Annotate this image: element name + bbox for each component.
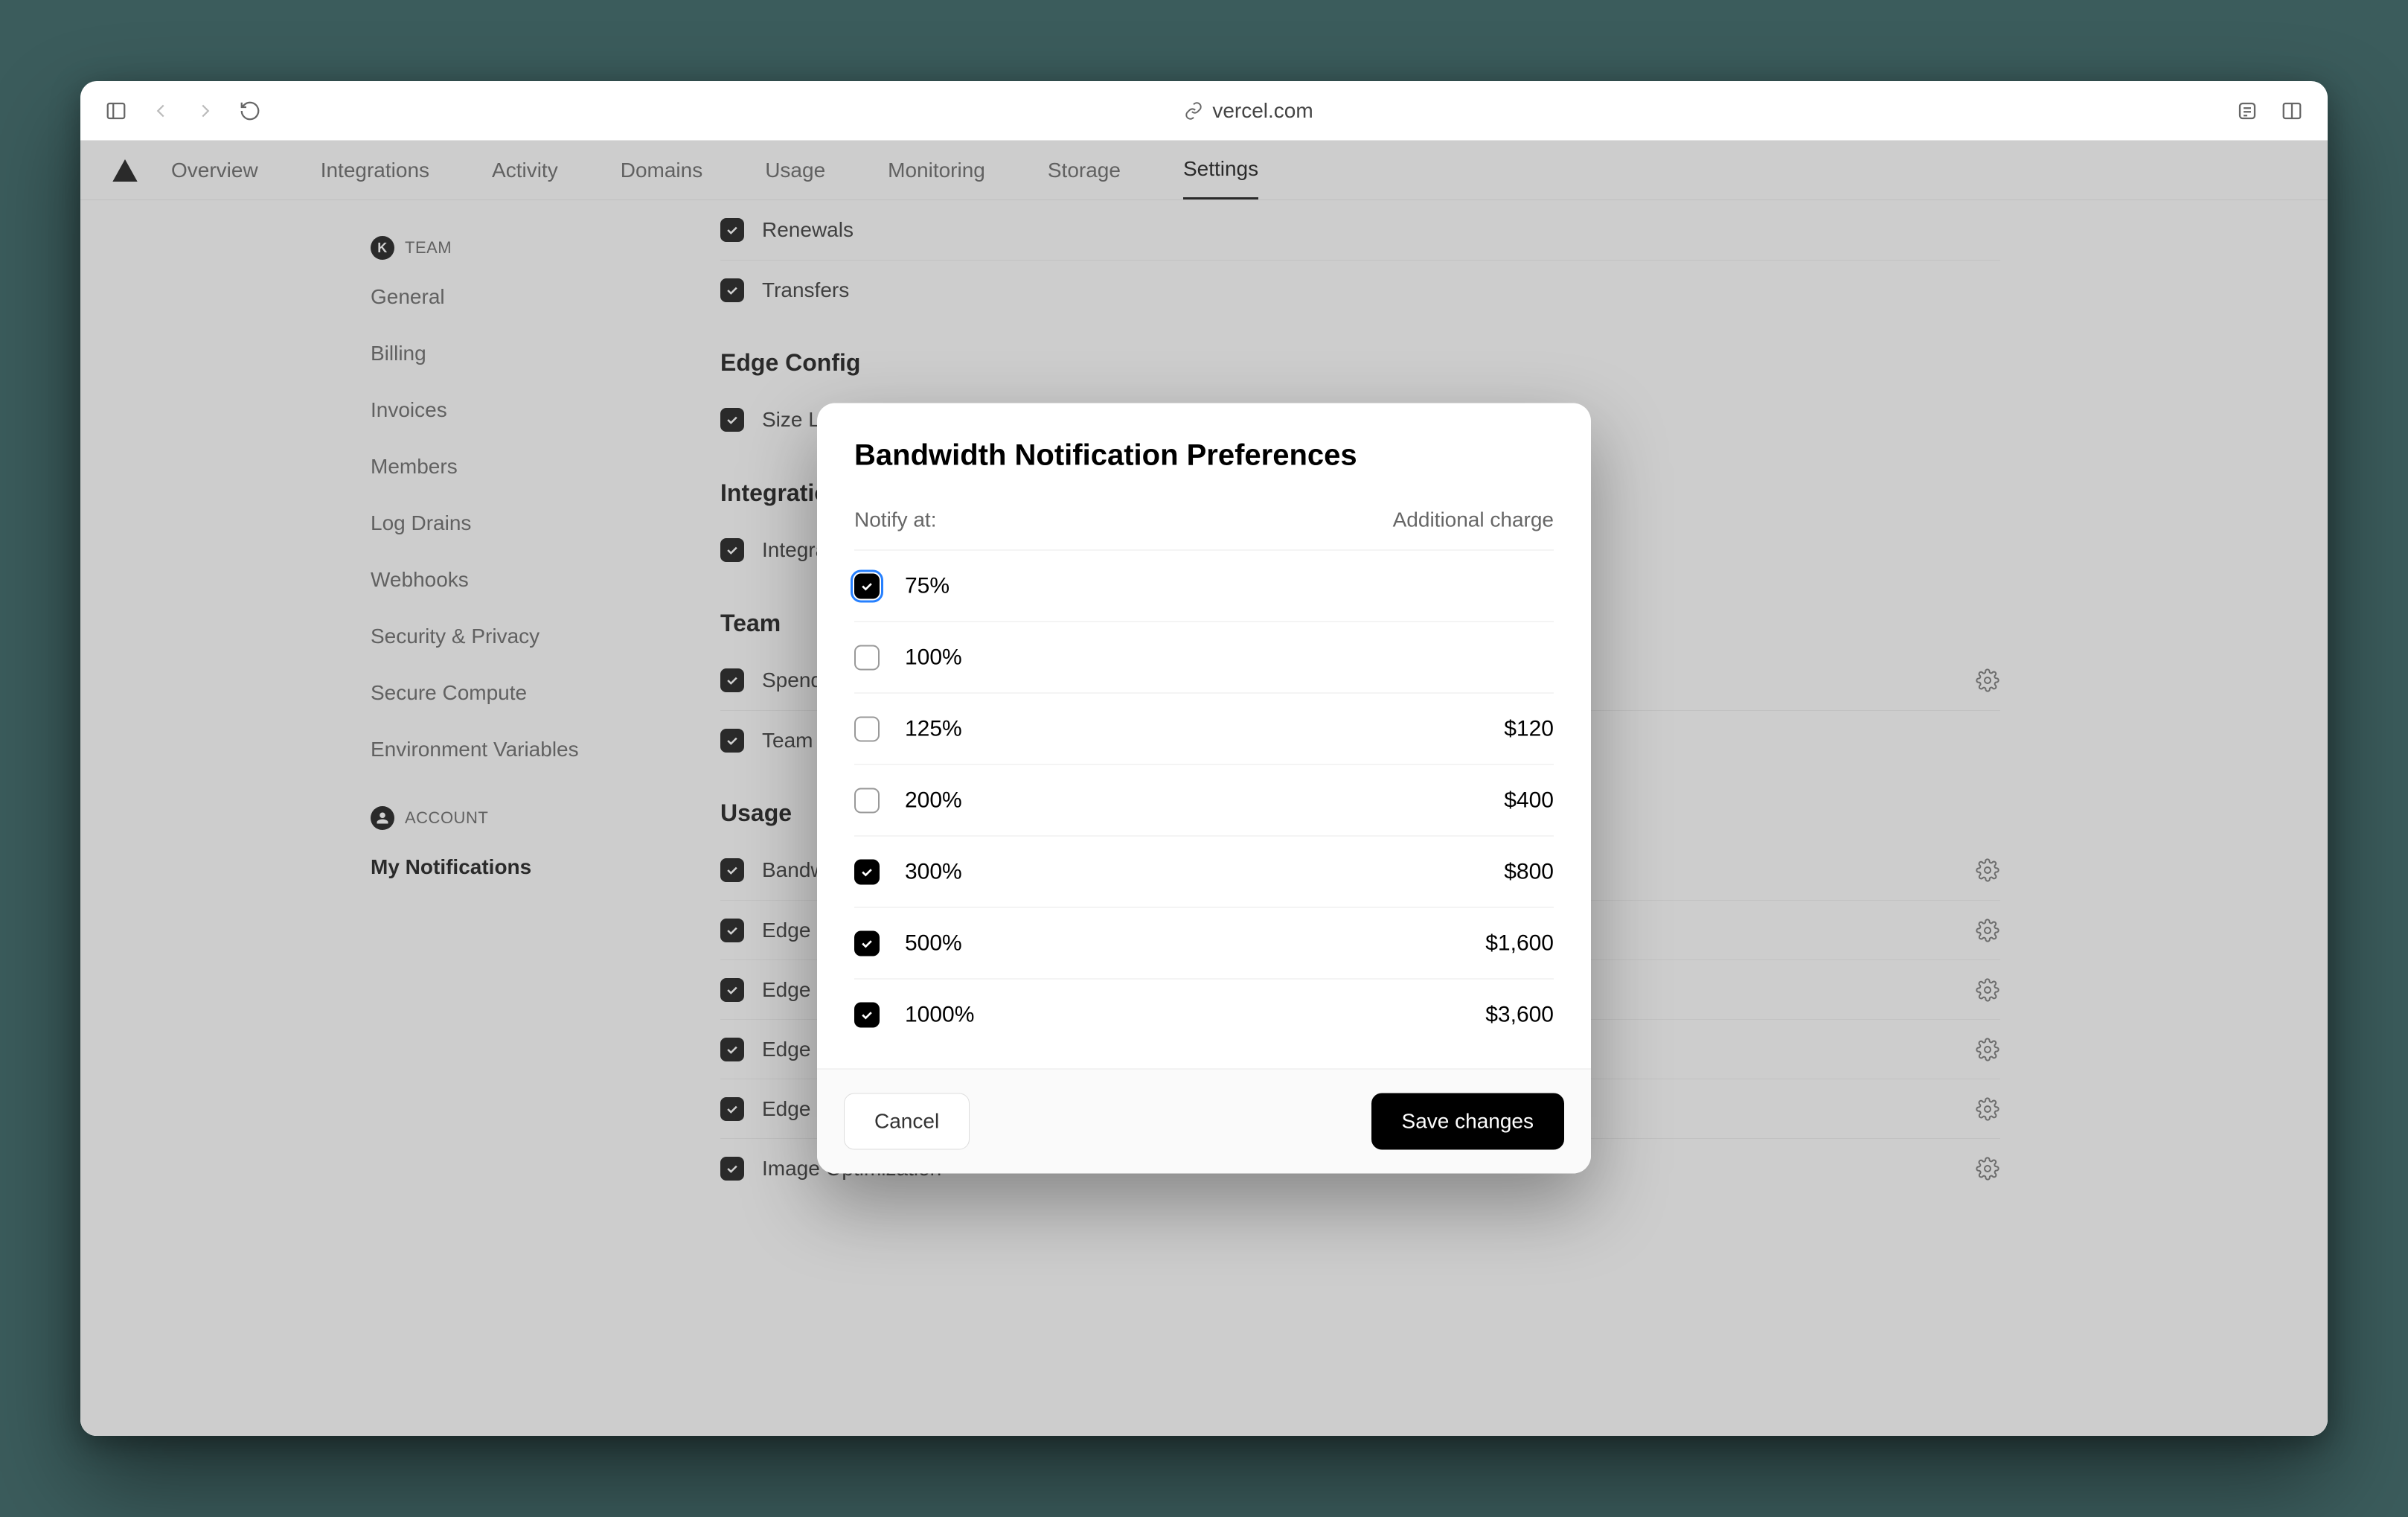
tabs-icon[interactable]: [2279, 98, 2305, 124]
address-bar[interactable]: vercel.com: [281, 99, 2216, 123]
back-icon[interactable]: [147, 98, 174, 124]
threshold-row: 125% $120: [854, 694, 1554, 765]
save-changes-button[interactable]: Save changes: [1371, 1093, 1564, 1150]
threshold-charge: $3,600: [1485, 1003, 1554, 1028]
threshold-row: 200% $400: [854, 765, 1554, 837]
bandwidth-preferences-modal: Bandwidth Notification Preferences Notif…: [817, 403, 1591, 1174]
threshold-percent: 500%: [905, 930, 1460, 956]
threshold-charge: $120: [1504, 716, 1554, 741]
additional-charge-label: Additional charge: [1393, 508, 1554, 532]
threshold-row: 1000% $3,600: [854, 980, 1554, 1051]
threshold-checkbox[interactable]: [854, 573, 880, 598]
sidebar-toggle-icon[interactable]: [103, 98, 129, 124]
threshold-percent: 75%: [905, 573, 1554, 598]
threshold-percent: 300%: [905, 859, 1479, 884]
threshold-row: 300% $800: [854, 837, 1554, 908]
threshold-percent: 125%: [905, 716, 1479, 741]
modal-title: Bandwidth Notification Preferences: [854, 439, 1554, 473]
threshold-checkbox[interactable]: [854, 859, 880, 884]
threshold-checkbox[interactable]: [854, 1003, 880, 1028]
threshold-checkbox[interactable]: [854, 716, 880, 741]
threshold-charge: $1,600: [1485, 930, 1554, 956]
threshold-charge: $800: [1504, 859, 1554, 884]
threshold-row: 100%: [854, 622, 1554, 694]
app-area: OverviewIntegrationsActivityDomainsUsage…: [80, 141, 2328, 1436]
cancel-button[interactable]: Cancel: [844, 1093, 970, 1150]
threshold-percent: 200%: [905, 788, 1479, 813]
threshold-percent: 1000%: [905, 1003, 1460, 1028]
address-text: vercel.com: [1212, 99, 1313, 123]
threshold-charge: $400: [1504, 788, 1554, 813]
threshold-row: 500% $1,600: [854, 908, 1554, 980]
forward-icon[interactable]: [192, 98, 219, 124]
reader-icon[interactable]: [2234, 98, 2261, 124]
threshold-row: 75%: [854, 551, 1554, 622]
reload-icon[interactable]: [237, 98, 263, 124]
threshold-checkbox[interactable]: [854, 930, 880, 956]
browser-window: vercel.com OverviewIntegrationsActivityD…: [80, 81, 2328, 1436]
browser-toolbar: vercel.com: [80, 81, 2328, 141]
threshold-checkbox[interactable]: [854, 645, 880, 670]
link-icon: [1184, 101, 1203, 121]
threshold-percent: 100%: [905, 645, 1554, 670]
notify-at-label: Notify at:: [854, 508, 936, 532]
threshold-checkbox[interactable]: [854, 788, 880, 813]
